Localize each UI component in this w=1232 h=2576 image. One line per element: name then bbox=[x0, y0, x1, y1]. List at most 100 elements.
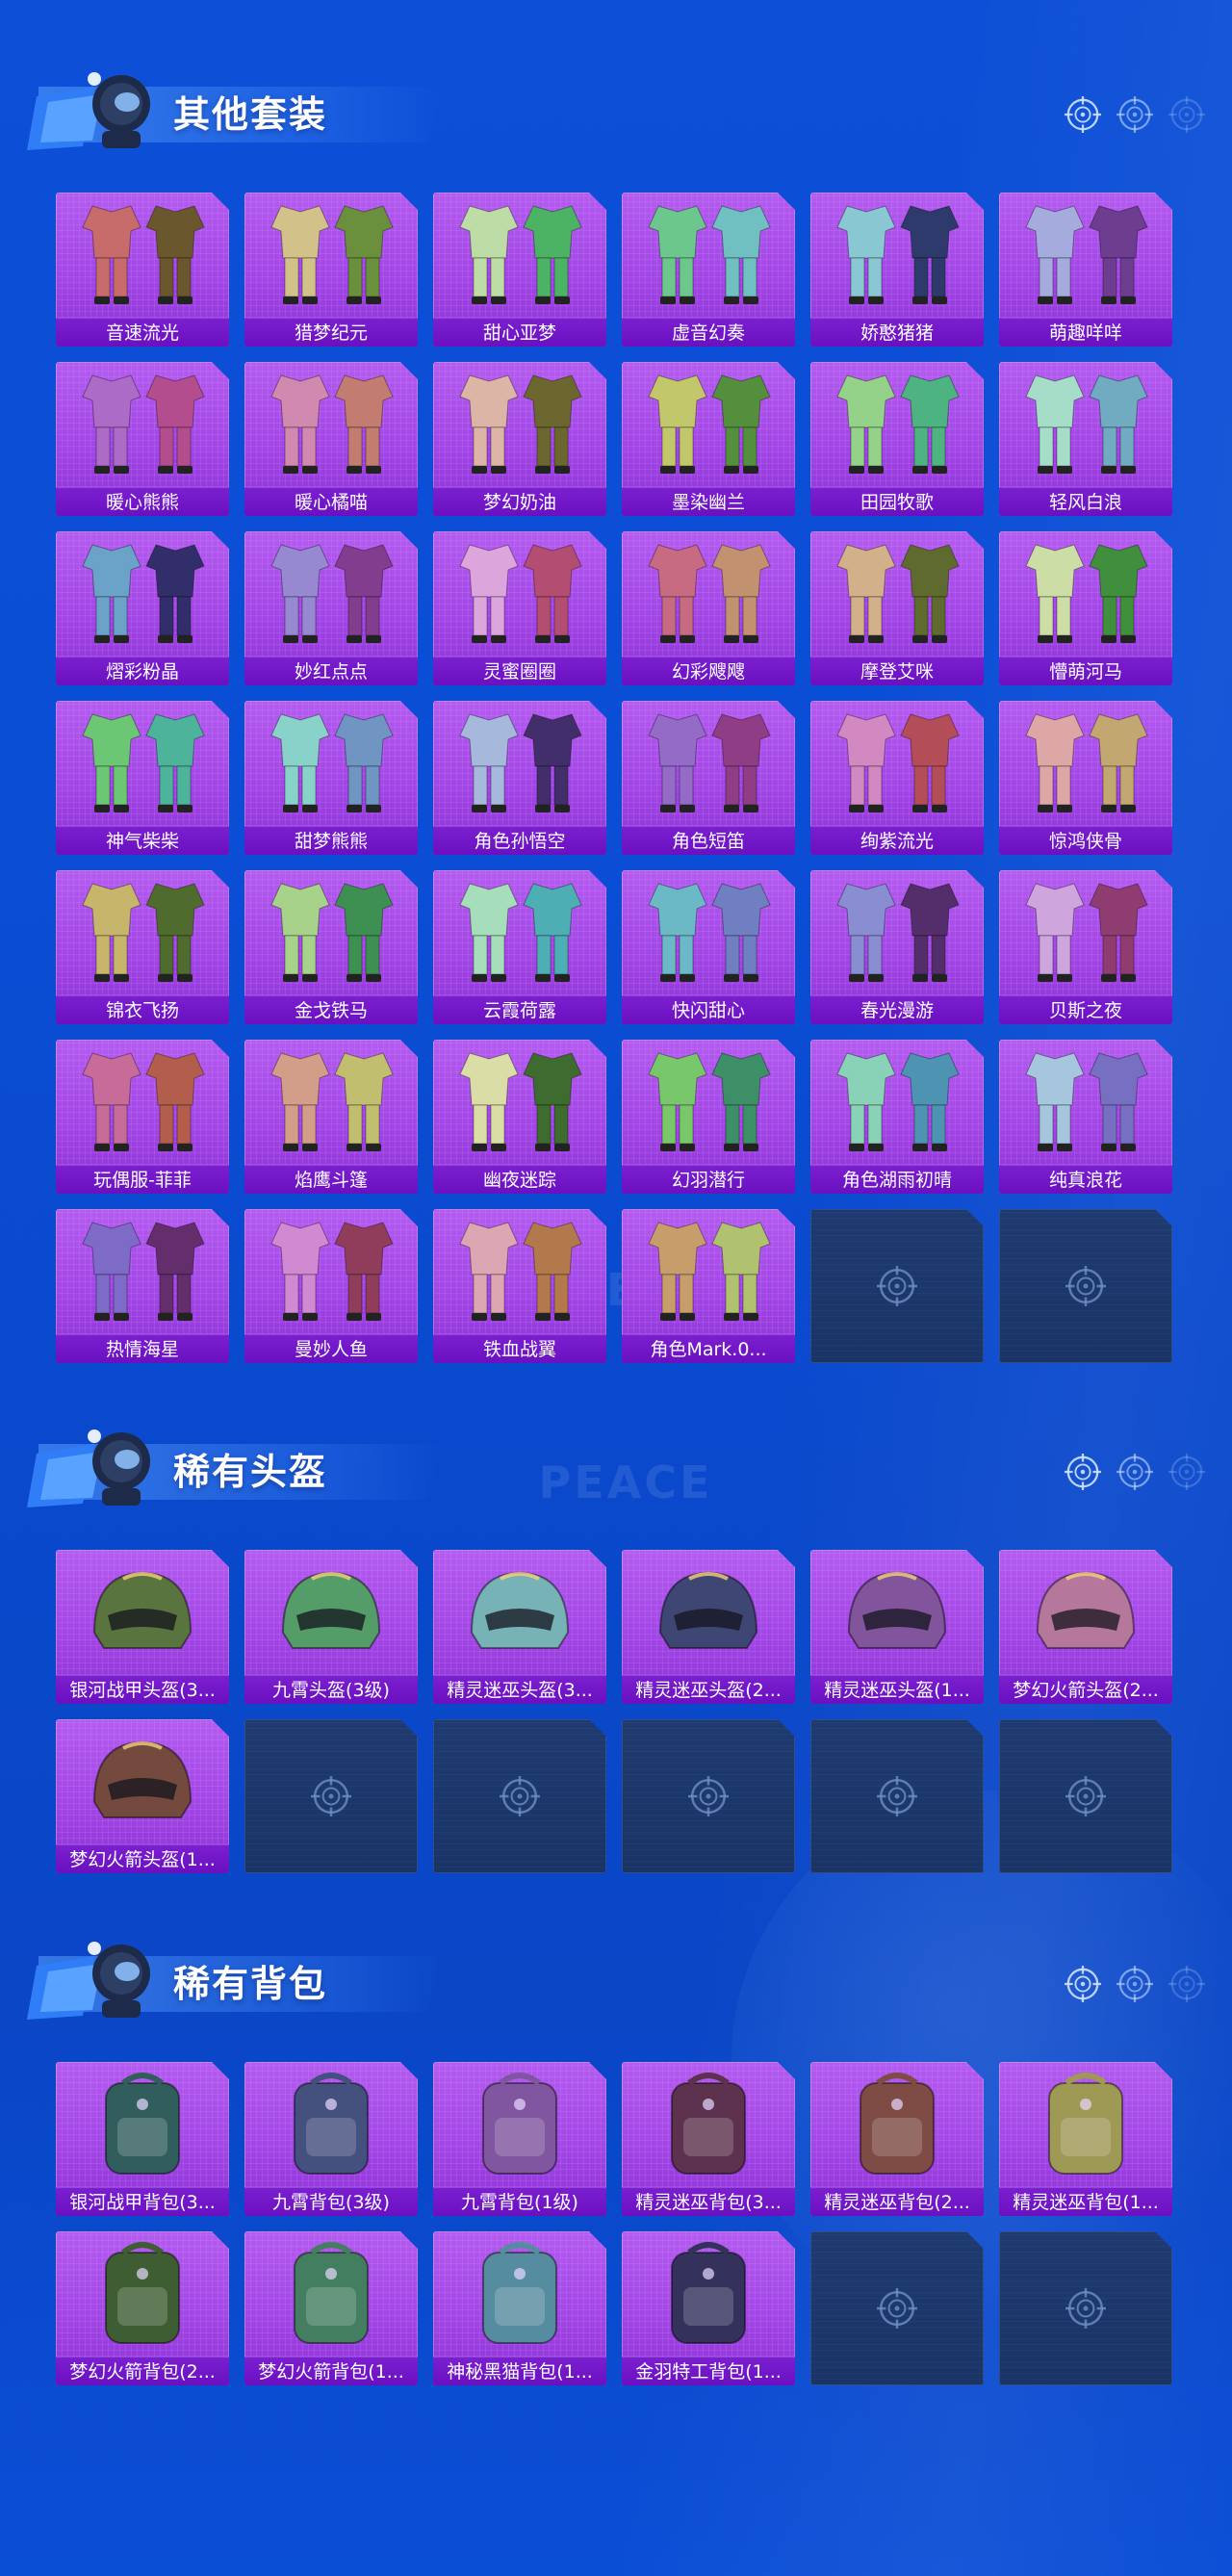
item-tile[interactable]: 音速流光 bbox=[56, 193, 229, 347]
item-tile[interactable]: 墨染幽兰 bbox=[622, 362, 795, 516]
item-tile[interactable]: 梦幻火箭背包(2... bbox=[56, 2231, 229, 2385]
item-label: 甜梦熊熊 bbox=[244, 826, 418, 855]
item-tile[interactable]: 快闪甜心 bbox=[622, 870, 795, 1024]
item-tile[interactable]: 精灵迷巫头盔(3... bbox=[433, 1550, 606, 1704]
item-tile[interactable]: 精灵迷巫背包(3... bbox=[622, 2062, 795, 2216]
item-tile[interactable]: 玩偶服-菲菲 bbox=[56, 1040, 229, 1194]
item-tile[interactable]: 梦幻火箭头盔(1... bbox=[56, 1719, 229, 1873]
item-tile[interactable]: 角色Mark.0... bbox=[622, 1209, 795, 1363]
item-tile[interactable]: 梦幻奶油 bbox=[433, 362, 606, 516]
item-tile[interactable]: 懵萌河马 bbox=[999, 531, 1172, 685]
backpack-icon bbox=[1009, 2068, 1163, 2181]
item-label: 虚音幻奏 bbox=[622, 318, 795, 347]
outfit-icon bbox=[631, 368, 785, 481]
item-tile[interactable]: 甜梦熊熊 bbox=[244, 701, 418, 855]
backpack-icon bbox=[254, 2068, 408, 2181]
item-tile[interactable]: 暖心熊熊 bbox=[56, 362, 229, 516]
item-tile[interactable]: 焰鹰斗篷 bbox=[244, 1040, 418, 1194]
outfit-icon bbox=[631, 1045, 785, 1159]
item-label: 角色孙悟空 bbox=[433, 826, 606, 855]
item-tile[interactable]: 神秘黑猫背包(1... bbox=[433, 2231, 606, 2385]
outfit-icon bbox=[1009, 876, 1163, 990]
item-tile[interactable]: 曼妙人鱼 bbox=[244, 1209, 418, 1363]
item-tile[interactable]: 精灵迷巫头盔(1... bbox=[810, 1550, 984, 1704]
item-tile[interactable]: 幽夜迷踪 bbox=[433, 1040, 606, 1194]
item-label: 神秘黑猫背包(1... bbox=[433, 2357, 606, 2385]
item-tile[interactable]: 九霄背包(1级) bbox=[433, 2062, 606, 2216]
item-tile[interactable]: 金羽特工背包(1... bbox=[622, 2231, 795, 2385]
crosshair-target-icon bbox=[877, 2288, 917, 2329]
item-tile[interactable]: 轻风白浪 bbox=[999, 362, 1172, 516]
item-tile[interactable]: 云霞荷露 bbox=[433, 870, 606, 1024]
outfit-icon bbox=[820, 368, 974, 481]
item-label: 神气柴柴 bbox=[56, 826, 229, 855]
item-tile[interactable]: 神气柴柴 bbox=[56, 701, 229, 855]
item-tile[interactable]: 妙红点点 bbox=[244, 531, 418, 685]
item-tile[interactable]: 银河战甲背包(3... bbox=[56, 2062, 229, 2216]
item-label: 妙红点点 bbox=[244, 657, 418, 685]
item-label: 田园牧歌 bbox=[810, 487, 984, 516]
item-label: 角色湖雨初晴 bbox=[810, 1165, 984, 1194]
item-tile[interactable]: 绚紫流光 bbox=[810, 701, 984, 855]
item-tile[interactable]: 精灵迷巫背包(2... bbox=[810, 2062, 984, 2216]
item-label: 音速流光 bbox=[56, 318, 229, 347]
item-tile[interactable]: 锦衣飞扬 bbox=[56, 870, 229, 1024]
item-tile[interactable]: 田园牧歌 bbox=[810, 362, 984, 516]
item-label: 甜心亚梦 bbox=[433, 318, 606, 347]
section-header: 稀有背包 bbox=[27, 1927, 1220, 2023]
item-tile[interactable]: 暖心橘喵 bbox=[244, 362, 418, 516]
item-label: 九霄背包(1级) bbox=[433, 2187, 606, 2216]
outfit-icon bbox=[443, 1045, 597, 1159]
outfit-icon bbox=[443, 537, 597, 651]
outfit-icon bbox=[631, 876, 785, 990]
item-tile[interactable]: 九霄背包(3级) bbox=[244, 2062, 418, 2216]
outfit-icon bbox=[820, 537, 974, 651]
outfit-icon bbox=[65, 368, 219, 481]
item-tile[interactable]: 熠彩粉晶 bbox=[56, 531, 229, 685]
item-tile[interactable]: 九霄头盔(3级) bbox=[244, 1550, 418, 1704]
item-tile[interactable]: 梦幻火箭头盔(2... bbox=[999, 1550, 1172, 1704]
outfit-icon bbox=[820, 198, 974, 312]
item-tile[interactable]: 虚音幻奏 bbox=[622, 193, 795, 347]
outfit-icon bbox=[443, 368, 597, 481]
item-tile[interactable]: 纯真浪花 bbox=[999, 1040, 1172, 1194]
item-tile[interactable]: 角色孙悟空 bbox=[433, 701, 606, 855]
item-tile[interactable]: 角色湖雨初晴 bbox=[810, 1040, 984, 1194]
item-label: 贝斯之夜 bbox=[999, 995, 1172, 1024]
item-tile[interactable]: 摩登艾咪 bbox=[810, 531, 984, 685]
item-label: 玩偶服-菲菲 bbox=[56, 1165, 229, 1194]
item-tile[interactable]: 春光漫游 bbox=[810, 870, 984, 1024]
item-label: 精灵迷巫头盔(1... bbox=[810, 1675, 984, 1704]
item-tile[interactable]: 角色短笛 bbox=[622, 701, 795, 855]
item-label: 金羽特工背包(1... bbox=[622, 2357, 795, 2385]
item-tile[interactable]: 贝斯之夜 bbox=[999, 870, 1172, 1024]
outfit-icon bbox=[443, 1215, 597, 1328]
section-header-targets bbox=[1065, 89, 1209, 141]
item-tile[interactable]: 猎梦纪元 bbox=[244, 193, 418, 347]
item-label: 轻风白浪 bbox=[999, 487, 1172, 516]
item-tile[interactable]: 娇憨猪猪 bbox=[810, 193, 984, 347]
item-tile[interactable]: 金戈铁马 bbox=[244, 870, 418, 1024]
section-title: 稀有背包 bbox=[173, 1963, 328, 2005]
helmet-icon bbox=[65, 1725, 219, 1839]
crosshair-target-icon bbox=[1065, 96, 1101, 133]
item-tile[interactable]: 精灵迷巫背包(1... bbox=[999, 2062, 1172, 2216]
item-label: 铁血战翼 bbox=[433, 1334, 606, 1363]
outfit-icon bbox=[254, 537, 408, 651]
item-tile[interactable]: 梦幻火箭背包(1... bbox=[244, 2231, 418, 2385]
item-tile[interactable]: 甜心亚梦 bbox=[433, 193, 606, 347]
item-tile[interactable]: 铁血战翼 bbox=[433, 1209, 606, 1363]
backpack-icon bbox=[65, 2068, 219, 2181]
item-tile[interactable]: 精灵迷巫头盔(2... bbox=[622, 1550, 795, 1704]
item-tile[interactable]: 萌趣咩咩 bbox=[999, 193, 1172, 347]
item-label: 精灵迷巫背包(1... bbox=[999, 2187, 1172, 2216]
section-header: 其他套装 bbox=[27, 58, 1220, 154]
crosshair-target-icon bbox=[1168, 1454, 1205, 1490]
item-tile[interactable]: 幻彩飕飕 bbox=[622, 531, 795, 685]
item-tile[interactable]: 惊鸿侠骨 bbox=[999, 701, 1172, 855]
item-tile[interactable]: 灵蜜圈圈 bbox=[433, 531, 606, 685]
item-tile[interactable]: 银河战甲头盔(3... bbox=[56, 1550, 229, 1704]
item-tile[interactable]: 幻羽潜行 bbox=[622, 1040, 795, 1194]
item-tile[interactable]: 热情海星 bbox=[56, 1209, 229, 1363]
outfit-icon bbox=[631, 1215, 785, 1328]
